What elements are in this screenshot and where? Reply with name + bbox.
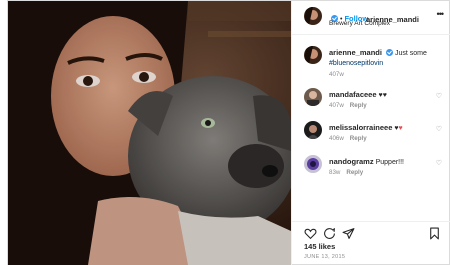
caption-text: arienne_mandi Just some #bluenosepitlovin: [329, 48, 439, 69]
more-icon[interactable]: •••: [437, 9, 445, 19]
comment-username[interactable]: mandafaceee: [329, 90, 377, 99]
comment-text: melissalorraineee ♥♥: [329, 123, 439, 134]
post-actions: 145 likes JUNE 13, 2015: [292, 221, 450, 265]
post-location[interactable]: Brewery Art Complex: [329, 20, 390, 27]
author-avatar[interactable]: [304, 46, 322, 64]
post-date[interactable]: JUNE 13, 2015: [304, 254, 345, 260]
comments-list: arienne_mandi Just some #bluenosepitlovin…: [292, 36, 450, 221]
caption-username[interactable]: arienne_mandi: [329, 48, 382, 57]
comment-age[interactable]: 407w: [329, 102, 344, 109]
comment-icon[interactable]: [323, 227, 336, 240]
caption-prefix: Just some: [394, 50, 427, 57]
caption-meta: 407w: [329, 71, 344, 78]
comment-age[interactable]: 406w: [329, 135, 344, 142]
post-photo[interactable]: [8, 1, 291, 265]
caption-hashtag[interactable]: #bluenosepitlovin: [329, 60, 383, 67]
comment-meta: 406w Reply: [329, 135, 367, 142]
bookmark-icon[interactable]: [428, 227, 441, 240]
author-avatar[interactable]: [304, 7, 322, 25]
reply-button[interactable]: Reply: [346, 169, 363, 176]
comment-text: nandogramz Pupper!!!: [329, 157, 439, 168]
comment-username[interactable]: nandogramz: [329, 157, 374, 166]
comment-meta: 407w Reply: [329, 102, 367, 109]
reply-button[interactable]: Reply: [350, 102, 367, 109]
comment-username[interactable]: melissalorraineee: [329, 123, 392, 132]
commenter-avatar[interactable]: [304, 88, 322, 106]
comment-content: ♥♥: [378, 92, 387, 99]
comment-age[interactable]: 83w: [329, 169, 340, 176]
reply-button[interactable]: Reply: [350, 135, 367, 142]
share-icon[interactable]: [342, 227, 355, 240]
like-comment-heart-icon[interactable]: ♡: [436, 159, 442, 167]
caption-age[interactable]: 407w: [329, 71, 344, 78]
heart-icon[interactable]: [304, 227, 317, 240]
instagram-post: arienne_mandi • Follow Brewery Art Complex…: [7, 0, 450, 265]
post-side-panel: arienne_mandi • Follow Brewery Art Complex…: [291, 1, 450, 265]
verified-badge-icon: [385, 49, 393, 56]
comment-meta: 83w Reply: [329, 169, 363, 176]
comment-content-red-heart: ♥: [398, 125, 403, 132]
like-comment-heart-icon[interactable]: ♡: [436, 125, 442, 133]
comment-text: mandafaceee ♥♥: [329, 90, 439, 101]
commenter-avatar[interactable]: [304, 121, 322, 139]
commenter-avatar[interactable]: [304, 155, 322, 173]
post-header: arienne_mandi • Follow Brewery Art Complex…: [292, 1, 450, 35]
like-comment-heart-icon[interactable]: ♡: [436, 92, 442, 100]
likes-count[interactable]: 145 likes: [304, 242, 335, 251]
comment-content: Pupper!!!: [375, 159, 405, 166]
